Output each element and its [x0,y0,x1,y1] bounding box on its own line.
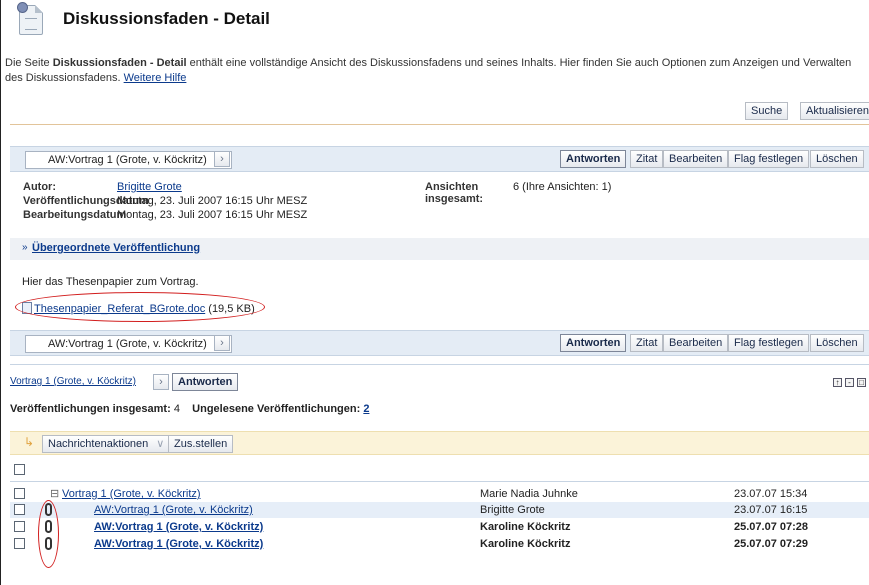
thread-root-link[interactable]: Vortrag 1 (Grote, v. Köckritz) [10,376,136,387]
parent-post-link[interactable]: Übergeordnete Veröffentlichung [32,242,200,254]
divider-2 [10,364,869,365]
left-frame-border [0,0,1,585]
message-actions-bar: ↳ Nachrichtenaktionen ∨ Zus.stellen [10,431,869,455]
thread-row-title-link[interactable]: Vortrag 1 (Grote, v. Köckritz) [62,487,201,501]
table-divider [10,481,869,482]
thread-row-title-link[interactable]: AW:Vortrag 1 (Grote, v. Köckritz) [94,537,263,551]
table-row[interactable]: AW:Vortrag 1 (Grote, v. Köckritz) Brigitt… [10,502,869,518]
thread-row-date: 23.07.07 16:15 [734,504,808,516]
maximize-icon[interactable]: □ [857,378,866,387]
message-actions-dropdown[interactable]: Nachrichtenaktionen ∨ [42,435,170,453]
thread-row-author: Marie Nadia Juhnke [480,488,578,500]
table-row[interactable]: ⊟ Vortrag 1 (Grote, v. Köckritz) Marie Nad… [10,486,869,502]
thread-row-author: Karoline Köckritz [480,538,571,550]
row-checkbox[interactable] [14,538,25,549]
published-value: Montag, 23. Juli 2007 16:15 Uhr MESZ [117,195,308,207]
flag-button[interactable]: Flag festlegen [728,150,810,168]
author-link[interactable]: Brigitte Grote [117,181,182,194]
edit-button[interactable]: Bearbeiten [663,150,729,168]
annotation-circle-attachment [15,292,265,322]
post-title-box: AW:Vortrag 1 (Grote, v. Köckritz) [25,151,232,169]
annotation-circle-attachments [38,500,59,568]
divider [10,124,869,125]
author-label: Autor: [23,181,56,193]
reply-button[interactable]: Antworten [560,150,627,168]
select-all-checkbox[interactable] [14,464,25,475]
row-checkbox[interactable] [14,488,25,499]
minimize-icon[interactable]: - [845,378,854,387]
post-toolbar-top: ‹ AW:Vortrag 1 (Grote, v. Köckritz) › An… [10,146,869,172]
parent-post-bar: » Übergeordnete Veröffentlichung [10,238,869,260]
summary: Veröffentlichungen insgesamt: 4 Ungelese… [10,403,370,415]
thread-next-arrow-icon[interactable]: › [153,374,169,390]
thread-row-date: 25.07.07 07:29 [734,538,809,550]
thread-row-date: 23.07.07 15:34 [734,488,808,500]
post-toolbar-bottom: ‹ AW:Vortrag 1 (Grote, v. Köckritz) › An… [10,330,869,356]
refresh-button[interactable]: Aktualisieren [800,102,869,120]
discussion-thread-icon [17,2,43,35]
delete-button-2[interactable]: Löschen [810,334,864,352]
quote-button-2[interactable]: Zitat [630,334,664,352]
help-link[interactable]: Weitere Hilfe [124,72,187,84]
next-arrow-icon[interactable]: › [214,151,230,167]
thread-reply-button[interactable]: Antworten [172,373,239,391]
search-button[interactable]: Suche [745,102,789,120]
action-arrow-icon: ↳ [24,435,35,449]
thread-row-date: 25.07.07 07:28 [734,521,809,533]
views-label-line2: insgesamt: [425,193,484,205]
table-row[interactable]: AW:Vortrag 1 (Grote, v. Köckritz) Karolin… [10,536,869,552]
edit-button-2[interactable]: Bearbeiten [663,334,729,352]
delete-button[interactable]: Löschen [810,150,864,168]
post-title-box-2: AW:Vortrag 1 (Grote, v. Köckritz) [25,335,232,353]
page-description: Die Seite Diskussionsfaden - Detail enth… [5,57,852,84]
quote-button[interactable]: Zitat [630,150,664,168]
page-title: Diskussionsfaden - Detail [63,9,270,28]
flag-button-2[interactable]: Flag festlegen [728,334,810,352]
reply-button-2[interactable]: Antworten [560,334,627,352]
chevron-down-icon: ∨ [156,438,165,450]
next-arrow-icon-2[interactable]: › [214,335,230,351]
row-checkbox[interactable] [14,504,25,515]
thread-row-title-link[interactable]: AW:Vortrag 1 (Grote, v. Köckritz) [94,520,263,534]
move-up-icon[interactable]: ↑ [833,378,842,387]
collapse-tree-icon[interactable]: ⊟ [50,487,59,501]
table-row[interactable]: AW:Vortrag 1 (Grote, v. Köckritz) Karolin… [10,519,869,535]
edited-label: Bearbeitungsdatum [23,209,127,221]
thread-row-title-link[interactable]: AW:Vortrag 1 (Grote, v. Köckritz) [94,503,253,517]
row-checkbox[interactable] [14,521,25,532]
expand-icon[interactable]: » [22,242,28,253]
unread-count-link[interactable]: 2 [363,403,369,415]
post-body-text: Hier das Thesenpapier zum Vortrag. [22,276,199,288]
thread-row-author: Karoline Köckritz [480,521,571,533]
edited-value: Montag, 23. Juli 2007 16:15 Uhr MESZ [117,209,308,221]
collapse-button[interactable]: Zus.stellen [168,435,234,453]
views-value: 6 (Ihre Ansichten: 1) [513,181,612,193]
thread-row-author: Brigitte Grote [480,504,545,516]
